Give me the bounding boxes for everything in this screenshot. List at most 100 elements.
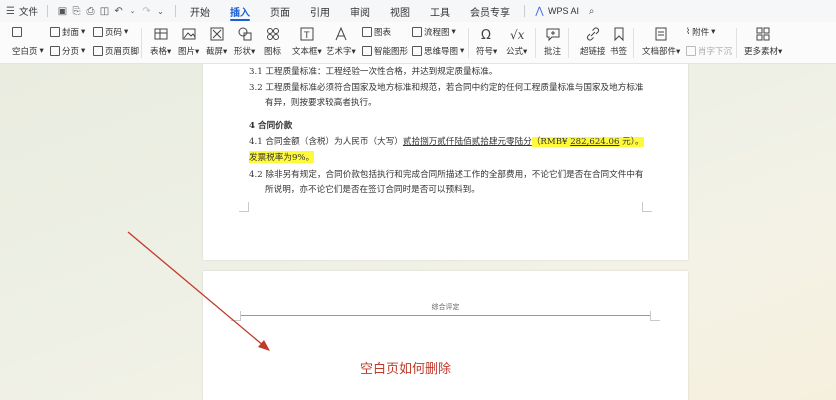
cover-label: 封面 [62, 26, 80, 37]
screenshot-button[interactable]: 截屏▾ [206, 26, 227, 57]
hyperlink-label: 超链接 [580, 46, 606, 56]
flowchart-label: 流程图 [424, 26, 450, 37]
wps-ai-button[interactable]: ⋀ WPS AI [529, 0, 584, 22]
svg-text:T: T [303, 31, 310, 41]
divider [633, 28, 634, 58]
tab-page[interactable]: 页面 [260, 0, 300, 22]
art-text-icon [333, 26, 349, 42]
comment-icon [545, 26, 561, 42]
blank-page-group: 空白页 ▾ [12, 25, 44, 57]
smart-art-icon [362, 45, 372, 56]
quick-access: ▣ ⎘ ⎙ ◫ ↶ ⌄ ↷ ⌄ [52, 0, 171, 22]
page-break-icon [50, 45, 60, 56]
chevron-down-icon: ▾ [39, 45, 44, 55]
cover-button[interactable]: 封面 ▾ [50, 25, 85, 38]
tab-home[interactable]: 开始 [180, 0, 220, 22]
svg-text:Ω: Ω [481, 28, 491, 42]
more-materials-label: 更多素材 [744, 46, 779, 56]
search-icon[interactable]: ⌕ [586, 6, 597, 17]
smart-art-button[interactable]: 智能图形 [362, 44, 408, 57]
tab-tools[interactable]: 工具 [420, 0, 460, 22]
screenshot-label: 截屏 [206, 46, 224, 56]
formula-icon: √x [509, 26, 525, 42]
dropdown-icon[interactable]: ⌄ [127, 6, 138, 17]
redo-icon[interactable]: ↷ [141, 6, 152, 17]
omega-icon: Ω [479, 26, 495, 42]
bookmark-label: 书签 [610, 46, 628, 56]
export-icon[interactable]: ⎘ [71, 6, 82, 17]
bookmark-icon [611, 26, 627, 42]
header-footer-button[interactable]: 页眉页脚 [93, 44, 139, 57]
formula-button[interactable]: √x 公式▾ [506, 26, 527, 57]
wps-ai-label: WPS AI [548, 6, 580, 16]
mindmap-icon [412, 45, 422, 56]
smart-art-label: 智能图形 [374, 45, 409, 56]
divider [736, 28, 737, 58]
attachment-button[interactable]: ⌇ 附件 ▾ [686, 25, 732, 38]
paperclip-icon: ⌇ [686, 26, 691, 36]
comment-button[interactable]: 批注 [544, 26, 561, 57]
table-button[interactable]: 表格▾ [150, 26, 171, 57]
textbox-label: 文本框 [292, 46, 318, 56]
tab-member[interactable]: 会员专享 [460, 0, 520, 22]
icon-button[interactable]: 图标 [264, 26, 281, 57]
file-menu[interactable]: ☰ 文件 [0, 0, 43, 22]
picture-icon [181, 26, 197, 42]
tab-reference[interactable]: 引用 [300, 0, 340, 22]
symbol-button[interactable]: Ω 符号▾ [476, 26, 497, 57]
bookmark-button[interactable]: 书签 [610, 26, 627, 57]
tab-view[interactable]: 视图 [380, 0, 420, 22]
save-icon[interactable]: ▣ [57, 6, 68, 17]
mindmap-button[interactable]: 思维导图 ▾ [412, 44, 464, 57]
annotation-arrow [127, 231, 270, 351]
table-label: 表格 [150, 46, 168, 56]
blank-page-button[interactable] [12, 25, 44, 38]
divider [524, 5, 526, 17]
grid-icon [755, 26, 771, 42]
chevron-down-icon: ▾ [451, 26, 456, 36]
screenshot-icon [209, 26, 225, 42]
more-icon[interactable]: ⌄ [155, 6, 166, 17]
link-icon [585, 26, 601, 42]
chart-button[interactable]: 图表 [362, 25, 408, 38]
picture-button[interactable]: 图片▾ [178, 26, 199, 57]
document-parts-label: 文档部件 [642, 46, 677, 56]
divider [468, 28, 469, 58]
more-materials-button[interactable]: 更多素材▾ [744, 26, 782, 57]
print-icon[interactable]: ⎙ [85, 6, 96, 17]
document-parts-icon [653, 26, 669, 42]
chart-label: 图表 [374, 26, 392, 37]
blank-page-label-row[interactable]: 空白页 ▾ [12, 44, 44, 57]
chart-icon [362, 26, 372, 37]
attachment-group: ⌇ 附件 ▾ 肖字下沉 [686, 25, 732, 57]
table-icon [153, 26, 169, 42]
textbox-button[interactable]: T 文本框▾ [292, 26, 322, 57]
document-parts-button[interactable]: 文档部件▾ [642, 26, 680, 57]
page-number-icon [93, 26, 103, 37]
page-break-button[interactable]: 分页 ▾ [50, 44, 85, 57]
shape-label: 形状 [234, 46, 252, 56]
divider [535, 28, 536, 58]
divider [141, 28, 142, 58]
tab-insert[interactable]: 插入 [220, 0, 260, 22]
page-number-label: 页码 [105, 26, 123, 37]
formula-label: 公式 [506, 46, 524, 56]
flowchart-button[interactable]: 流程图 ▾ [412, 25, 464, 38]
tab-review[interactable]: 审阅 [340, 0, 380, 22]
chevron-down-icon: ▾ [81, 45, 86, 55]
art-text-button[interactable]: 艺术字▾ [326, 26, 356, 57]
page-number-group: 页码 ▾ 页眉页脚 [93, 25, 139, 57]
symbol-label: 符号 [476, 46, 494, 56]
chart-group: 图表 智能图形 [362, 25, 408, 57]
chevron-down-icon: ▾ [124, 26, 129, 36]
preview-icon[interactable]: ◫ [99, 6, 110, 17]
mindmap-label: 思维导图 [424, 45, 459, 56]
undo-icon[interactable]: ↶ [113, 6, 124, 17]
art-text-label: 艺术字 [326, 46, 352, 56]
icons-gallery-icon [265, 26, 281, 42]
hyperlink-button[interactable]: 超链接 [580, 26, 606, 57]
page-number-button[interactable]: 页码 ▾ [93, 25, 139, 38]
document-workspace[interactable]: 3.1 工程质量标准：工程经验一次性合格，并达到规定质量标准。 3.2 工程质量… [0, 64, 836, 400]
inline-download-button[interactable]: 肖字下沉 [686, 44, 732, 57]
shape-button[interactable]: 形状▾ [234, 26, 255, 57]
